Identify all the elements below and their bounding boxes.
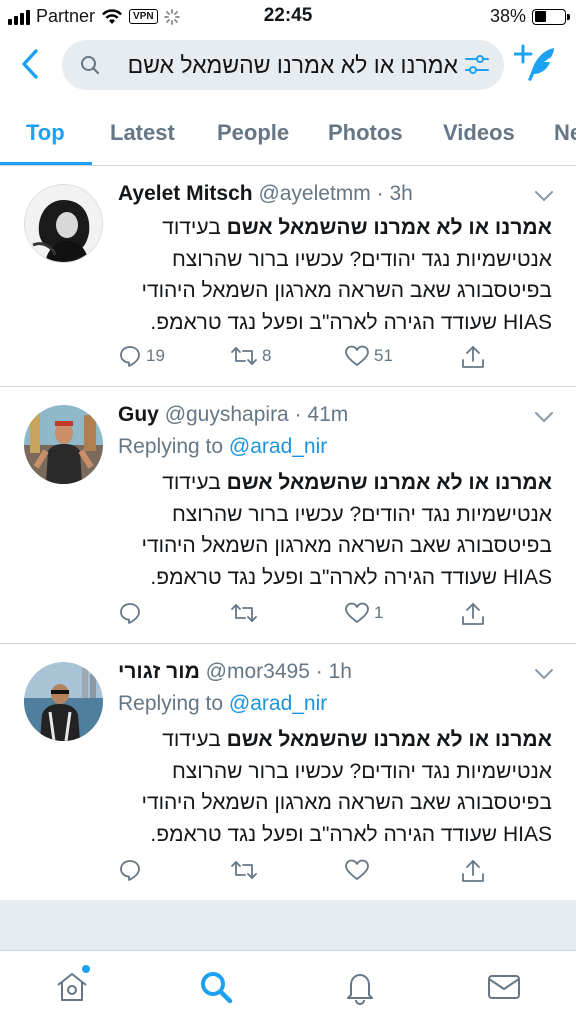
nav-messages[interactable] xyxy=(486,969,522,1010)
search-query: אמרנו או לא אמרנו שהשמאל אשם xyxy=(127,52,458,78)
heart-icon xyxy=(345,602,369,623)
chevron-down-icon[interactable] xyxy=(534,190,554,202)
tweet-text-bold: אמרנו או לא אמרנו שהשמאל אשם xyxy=(226,471,552,494)
reply-icon xyxy=(120,346,140,367)
battery-icon xyxy=(532,8,570,25)
author-handle[interactable]: @guyshapira xyxy=(165,403,289,426)
retweet-icon xyxy=(231,347,257,365)
nav-notifications[interactable] xyxy=(342,969,378,1010)
avatar[interactable] xyxy=(24,184,103,263)
tab-videos[interactable]: Videos xyxy=(443,120,515,146)
share-button[interactable] xyxy=(460,601,486,627)
tweet-actions xyxy=(118,858,498,888)
avatar[interactable] xyxy=(24,662,103,741)
tweet-item[interactable]: Ayelet Mitsch @ayeletmm · 3h אמרנו או לא… xyxy=(0,166,576,387)
like-button[interactable]: 51 xyxy=(344,344,393,368)
retweet-button[interactable] xyxy=(230,601,262,625)
replying-mention[interactable]: @arad_nir xyxy=(229,435,327,458)
status-right: 38% xyxy=(489,6,570,27)
replying-label: Replying to xyxy=(118,692,229,715)
retweet-count: 8 xyxy=(262,346,272,365)
battery-percent: 38% xyxy=(489,6,526,26)
like-button[interactable] xyxy=(344,858,374,882)
share-icon xyxy=(462,860,484,882)
tweet-item[interactable]: Guy @guyshapira · 41m Replying to @arad_… xyxy=(0,387,576,644)
reply-icon xyxy=(120,603,140,624)
share-icon xyxy=(462,603,484,625)
tweet-header: מור זגורי @mor3495 · 1h xyxy=(118,660,556,690)
tweet-time: · 1h xyxy=(315,660,352,683)
heart-icon xyxy=(345,859,369,880)
like-count: 51 xyxy=(374,346,393,365)
like-count: 1 xyxy=(374,603,384,622)
tab-photos[interactable]: Photos xyxy=(328,120,403,146)
tab-latest[interactable]: Latest xyxy=(110,120,175,146)
retweet-button[interactable] xyxy=(230,858,262,882)
chevron-down-icon[interactable] xyxy=(534,411,554,423)
reply-button[interactable] xyxy=(118,858,146,882)
tab-people[interactable]: People xyxy=(217,120,289,146)
filter-sliders-icon[interactable] xyxy=(464,53,490,77)
reply-count: 19 xyxy=(146,346,165,365)
notifications-icon xyxy=(347,974,373,1005)
tweet-time: · 41m xyxy=(294,403,349,426)
reply-button[interactable] xyxy=(118,601,146,625)
search-icon xyxy=(81,56,100,75)
search-header: אמרנו או לא אמרנו שהשמאל אשם xyxy=(0,36,576,94)
share-icon xyxy=(462,346,484,368)
chevron-down-icon[interactable] xyxy=(534,668,554,680)
replying-to: Replying to @arad_nir xyxy=(118,435,327,459)
tweet-text-bold: אמרנו או לא אמרנו שהשמאל אשם xyxy=(226,216,552,239)
author-name[interactable]: מור זגורי xyxy=(118,660,200,683)
tab-top[interactable]: Top xyxy=(26,120,65,146)
share-button[interactable] xyxy=(460,858,486,884)
status-bar: Partner VPN 22:45 38% xyxy=(0,0,576,34)
retweet-icon xyxy=(231,861,257,879)
tweet-header: Guy @guyshapira · 41m xyxy=(118,403,556,433)
replying-to: Replying to @arad_nir xyxy=(118,692,327,716)
reply-button[interactable]: 19 xyxy=(118,344,165,368)
tweet-text: אמרנו או לא אמרנו שהשמאל אשם בעידוד אנטי… xyxy=(118,467,552,593)
replying-mention[interactable]: @arad_nir xyxy=(229,692,327,715)
replying-label: Replying to xyxy=(118,435,229,458)
retweet-button[interactable]: 8 xyxy=(230,344,271,368)
compose-tweet-icon[interactable] xyxy=(514,44,558,84)
author-handle[interactable]: @mor3495 xyxy=(206,660,310,683)
messages-icon xyxy=(488,975,520,999)
search-input[interactable]: אמרנו או לא אמרנו שהשמאל אשם xyxy=(62,40,504,90)
author-name[interactable]: Ayelet Mitsch xyxy=(118,182,253,205)
bottom-tab-bar xyxy=(0,950,576,1024)
author-name[interactable]: Guy xyxy=(118,403,159,426)
author-handle[interactable]: @ayeletmm xyxy=(258,182,370,205)
retweet-icon xyxy=(231,604,257,622)
like-button[interactable]: 1 xyxy=(344,601,383,625)
tweet-time: · 3h xyxy=(376,182,413,205)
tweet-item[interactable]: מור זגורי @mor3495 · 1h Replying to @ara… xyxy=(0,644,576,900)
tweet-header: Ayelet Mitsch @ayeletmm · 3h xyxy=(118,182,556,212)
list-footer-separator xyxy=(0,900,576,950)
tweet-text: אמרנו או לא אמרנו שהשמאל אשם בעידוד אנטי… xyxy=(118,724,552,850)
tweet-actions: 19 8 51 xyxy=(118,344,498,374)
tweet-actions: 1 xyxy=(118,601,498,631)
nav-search[interactable] xyxy=(198,969,234,1010)
reply-icon xyxy=(120,860,140,881)
heart-icon xyxy=(345,345,369,366)
tab-news[interactable]: Ne xyxy=(554,120,576,146)
tweet-text: אמרנו או לא אמרנו שהשמאל אשם בעידוד אנטי… xyxy=(118,212,552,338)
share-button[interactable] xyxy=(460,344,486,370)
back-arrow-icon[interactable] xyxy=(16,46,46,82)
avatar[interactable] xyxy=(24,405,103,484)
unread-dot xyxy=(82,965,90,973)
search-icon xyxy=(201,972,233,1004)
tweet-text-bold: אמרנו או לא אמרנו שהשמאל אשם xyxy=(226,728,552,751)
search-tabs: Top Latest People Photos Videos Ne xyxy=(0,94,576,166)
home-icon xyxy=(57,973,87,1001)
nav-home[interactable] xyxy=(54,965,90,1010)
